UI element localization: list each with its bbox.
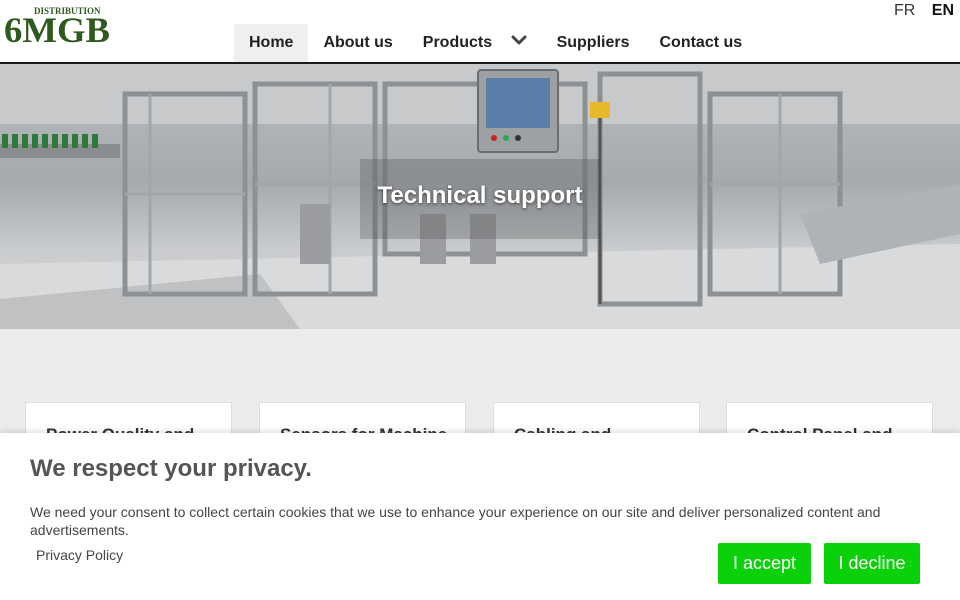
cookie-message: We need your consent to collect certain … (30, 504, 881, 538)
logo-graphic: DISTRIBUTION 6MGB (4, 6, 110, 46)
cookie-heading: We respect your privacy. (30, 455, 312, 482)
company-logo[interactable]: DISTRIBUTION 6MGB (4, 4, 114, 46)
accept-button[interactable]: I accept (718, 543, 811, 584)
nav-products[interactable]: Products (408, 24, 542, 62)
main-nav: Home About us Products Suppliers Contact… (234, 24, 757, 62)
lang-fr[interactable]: FR (894, 2, 915, 19)
privacy-policy-link[interactable]: Privacy Policy (36, 547, 123, 563)
cookie-consent-banner: We respect your privacy. We need your co… (0, 433, 960, 600)
nav-suppliers[interactable]: Suppliers (542, 24, 645, 62)
nav-about[interactable]: About us (308, 24, 407, 62)
nav-contact[interactable]: Contact us (644, 24, 757, 62)
chevron-down-icon[interactable] (511, 22, 527, 60)
nav-suppliers-label: Suppliers (556, 34, 630, 51)
language-switcher: FR EN (882, 2, 954, 20)
nav-about-label: About us (323, 34, 393, 51)
site-header: DISTRIBUTION 6MGB FR EN Home About us Pr… (0, 0, 960, 64)
decline-button[interactable]: I decline (824, 543, 920, 584)
logo-main-text: 6MGB (4, 10, 110, 46)
hero-banner: Technical support (0, 64, 960, 329)
nav-contact-label: Contact us (659, 34, 743, 51)
nav-home-label: Home (249, 34, 294, 51)
nav-products-label: Products (422, 34, 493, 51)
hero-title: Technical support (377, 182, 583, 209)
lang-en[interactable]: EN (932, 2, 954, 19)
nav-home[interactable]: Home (234, 24, 309, 62)
